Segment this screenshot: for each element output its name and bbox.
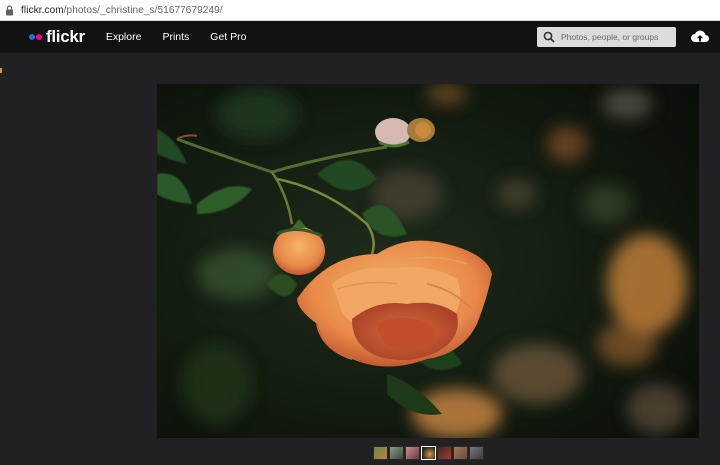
thumbnail-5[interactable] (437, 446, 452, 460)
menu-prints[interactable]: Prints (162, 31, 189, 43)
search-box[interactable] (537, 27, 676, 47)
main-menu: Explore Prints Get Pro (106, 31, 268, 43)
photo-rose-image (157, 84, 699, 438)
thumbnail-2[interactable] (389, 446, 404, 460)
url-host: flickr.com (21, 4, 64, 16)
thumbnail-4-current[interactable] (421, 446, 436, 460)
thumbnail-7[interactable] (469, 446, 484, 460)
search-icon (543, 31, 555, 43)
main-photo[interactable] (157, 84, 699, 438)
upload-cloud-icon[interactable] (690, 28, 710, 46)
browser-url-bar[interactable]: flickr.com/photos/_christine_s/516776792… (0, 0, 720, 21)
logo-blue-dot (29, 34, 35, 40)
logo-text: flickr (46, 27, 85, 46)
thumbnail-1[interactable] (373, 446, 388, 460)
menu-get-pro[interactable]: Get Pro (210, 31, 246, 43)
thumbnail-3[interactable] (405, 446, 420, 460)
top-navigation: flickr Explore Prints Get Pro (0, 21, 720, 53)
thumbnail-6[interactable] (453, 446, 468, 460)
photostream-thumbnails (373, 446, 485, 460)
logo-pink-dot (36, 34, 42, 40)
flickr-logo[interactable]: flickr (29, 27, 85, 47)
lock-icon (5, 4, 14, 16)
url-text[interactable]: flickr.com/photos/_christine_s/516776792… (21, 5, 223, 16)
url-path: /photos/_christine_s/51677679249/ (63, 4, 223, 16)
scroll-indicator (0, 68, 2, 73)
menu-explore[interactable]: Explore (106, 31, 142, 43)
search-input[interactable] (561, 32, 671, 42)
